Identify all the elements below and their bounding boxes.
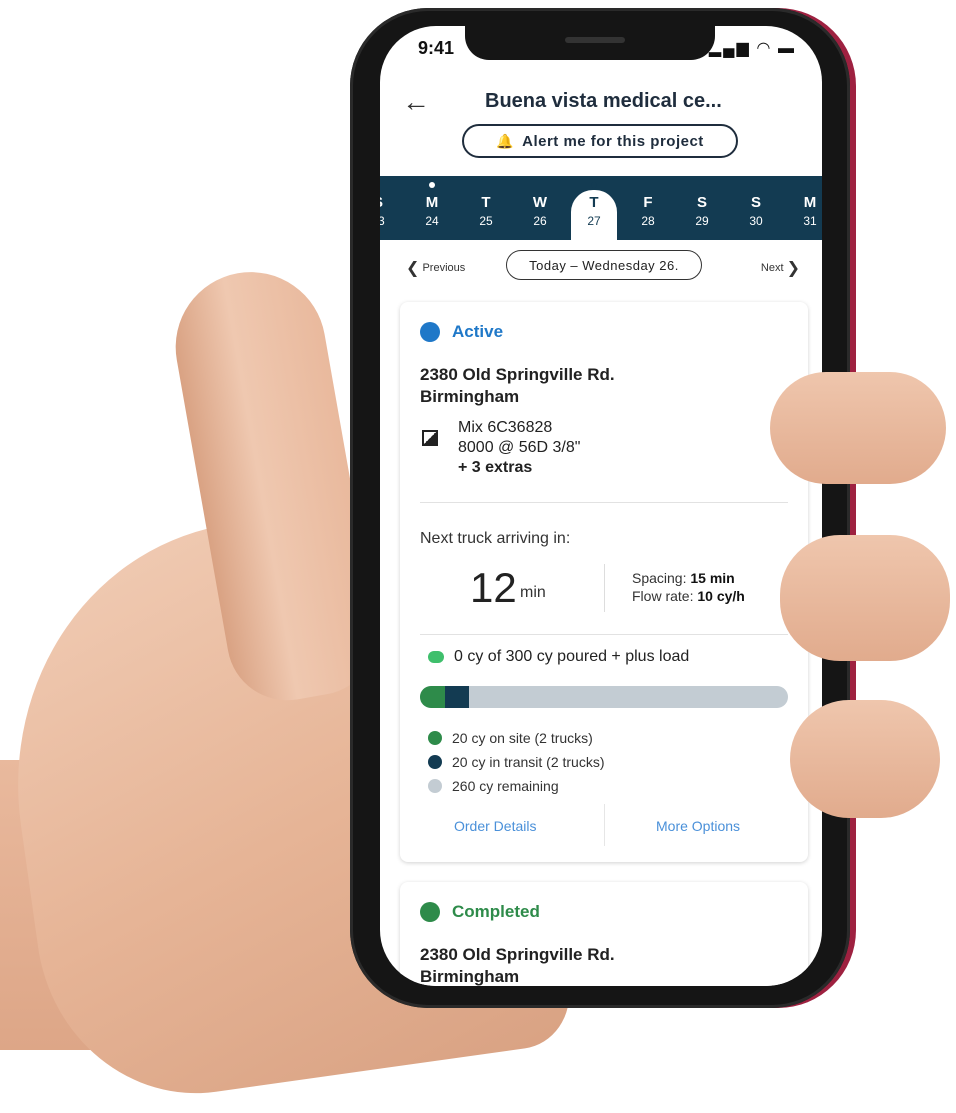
day-letter: S [696, 194, 707, 211]
status-row: Active [420, 322, 503, 342]
day-number: 25 [479, 214, 493, 228]
status-dot [420, 322, 440, 342]
alert-button-label: Alert me for this project [522, 132, 704, 150]
calendar-day-29[interactable]: S 29 [682, 176, 722, 240]
status-label: Completed [452, 902, 540, 921]
spacing-label: Spacing: [632, 570, 687, 586]
poured-dot [428, 651, 444, 663]
alert-me-button[interactable]: 🔔 Alert me for this project [462, 124, 738, 158]
address-line-1: 2380 Old Springville Rd. [420, 945, 615, 964]
event-dot [429, 182, 435, 188]
calendar-day-31[interactable]: M 31 [790, 176, 822, 240]
poured-text: 0 cy of 300 cy poured + plus load [454, 648, 690, 665]
day-letter: S [380, 194, 398, 211]
status-row: Completed [420, 902, 540, 922]
calendar-day-28[interactable]: F 28 [628, 176, 668, 240]
spacing-value: 15 min [690, 570, 735, 586]
day-number: 30 [749, 214, 763, 228]
legend-text: 20 cy on site (2 trucks) [452, 730, 593, 746]
previous-label: Previous [422, 261, 466, 274]
flow-rate-info: Flow rate: 10 cy/h [632, 588, 745, 604]
today-date-pill[interactable]: Today – Wednesday 26. [506, 250, 702, 280]
day-number: 28 [641, 214, 655, 228]
site-address: 2380 Old Springville Rd. Birmingham [420, 364, 615, 408]
signal-wifi-battery-icons: ▂▄▆ ◠ ▬ [708, 40, 796, 57]
eta-value: 12 [470, 564, 517, 611]
status-label: Active [452, 322, 504, 341]
flow-label: Flow rate: [632, 588, 694, 604]
mix-icon [422, 430, 438, 446]
next-truck-label: Next truck arriving in: [420, 530, 571, 547]
day-letter: T [589, 194, 599, 211]
chevron-left-icon: ❮ [406, 260, 420, 277]
progress-in-transit-segment [444, 686, 470, 708]
finger-ring [790, 700, 940, 818]
previous-day-link[interactable]: ❮ Previous [406, 258, 465, 278]
next-day-link[interactable]: Next ❯ [761, 258, 800, 278]
status-time: 9:41 [418, 38, 455, 58]
address-line-2: Birmingham [420, 967, 520, 986]
day-number: 24 [425, 214, 439, 228]
legend-dot [428, 755, 442, 769]
speaker [565, 37, 625, 43]
legend-in-transit: 20 cy in transit (2 trucks) [428, 754, 605, 770]
action-separator [604, 804, 605, 846]
event-dot [591, 182, 597, 188]
address-line-2: Birmingham [420, 387, 520, 406]
day-letter: W [532, 194, 548, 211]
back-arrow-icon[interactable]: ← [402, 88, 430, 116]
divider [420, 502, 788, 503]
legend-text: 20 cy in transit (2 trucks) [452, 754, 605, 770]
mix-info: Mix 6C36828 8000 @ 56D 3/8" + 3 extras [458, 418, 580, 478]
progress-on-site-segment [420, 686, 445, 708]
day-letter: F [643, 194, 653, 211]
week-strip: S 23 M 24 T 25 W 26 T 27 F 28 S 29 S 30 M 31 [380, 176, 822, 240]
finger-middle [780, 535, 950, 661]
divider [420, 634, 788, 635]
day-number: 23 [380, 214, 385, 228]
day-number: 29 [695, 214, 709, 228]
chevron-right-icon: ❯ [786, 260, 800, 277]
legend-dot [428, 779, 442, 793]
more-options-button[interactable]: More Options [656, 818, 740, 834]
bell-icon: 🔔 [496, 132, 515, 149]
order-card-active[interactable]: Active 2380 Old Springville Rd. Birmingh… [400, 302, 808, 862]
day-letter: M [425, 194, 439, 211]
legend-on-site: 20 cy on site (2 trucks) [428, 730, 593, 746]
mix-extras: + 3 extras [458, 459, 533, 476]
legend-dot [428, 731, 442, 745]
calendar-day-27[interactable]: T 27 [571, 176, 617, 240]
day-letter: S [750, 194, 761, 211]
calendar-day-24[interactable]: M 24 [412, 176, 452, 240]
order-details-button[interactable]: Order Details [454, 818, 536, 834]
day-number: 27 [587, 214, 601, 228]
notch [465, 26, 715, 60]
spacing-info: Spacing: 15 min [632, 570, 735, 586]
day-number: 26 [533, 214, 547, 228]
mix-code: Mix 6C36828 [458, 419, 553, 436]
address-line-1: 2380 Old Springville Rd. [420, 365, 615, 384]
phone-screen: 9:41 ▂▄▆ ◠ ▬ ← Buena vista medical ce...… [380, 26, 822, 986]
calendar-day-30[interactable]: S 30 [736, 176, 776, 240]
finger-index [770, 372, 946, 484]
next-label: Next [760, 261, 784, 274]
day-letter: T [481, 194, 491, 211]
order-card-completed[interactable]: Completed 2380 Old Springville Rd. Birmi… [400, 882, 808, 986]
poured-summary: 0 cy of 300 cy poured + plus load [428, 648, 689, 666]
day-number: 31 [803, 214, 817, 228]
eta-unit: min [520, 584, 546, 601]
flow-value: 10 cy/h [697, 588, 745, 604]
legend-remaining: 260 cy remaining [428, 778, 559, 794]
legend-text: 260 cy remaining [452, 778, 559, 794]
pour-progress-bar [420, 686, 788, 708]
status-dot [420, 902, 440, 922]
calendar-day-25[interactable]: T 25 [466, 176, 506, 240]
calendar-day-26[interactable]: W 26 [520, 176, 560, 240]
site-address: 2380 Old Springville Rd. Birmingham [420, 944, 615, 986]
calendar-day-23[interactable]: S 23 [380, 176, 398, 240]
day-letter: M [803, 194, 817, 211]
mix-spec: 8000 @ 56D 3/8" [458, 439, 581, 456]
project-title: Buena vista medical ce... [485, 90, 722, 112]
metric-separator [604, 564, 605, 612]
